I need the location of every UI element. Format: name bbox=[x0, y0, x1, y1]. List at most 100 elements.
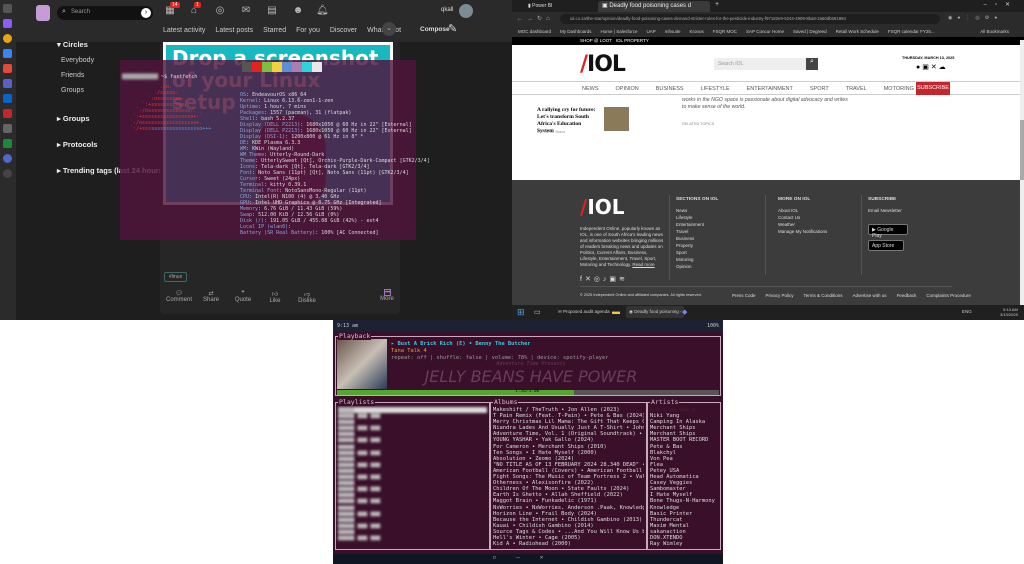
new-tab-button[interactable]: + bbox=[715, 1, 719, 8]
circles-heading[interactable]: ▾ Circles bbox=[57, 40, 165, 49]
footer-link[interactable]: Lifestyle bbox=[676, 214, 718, 221]
site-search-input[interactable]: Search IOL bbox=[714, 58, 806, 70]
footer-bottom-link[interactable]: Privacy Policy bbox=[766, 293, 794, 298]
footer-bottom-link[interactable]: Advertise with us bbox=[853, 293, 887, 298]
bookmark-item[interactable]: SAP Concur Home bbox=[746, 29, 784, 34]
app-icon[interactable] bbox=[3, 154, 12, 163]
notifications-icon[interactable]: 🔔︎ bbox=[316, 5, 329, 16]
progress-bar[interactable]: 1:56/3:06 bbox=[337, 389, 719, 395]
footer-link[interactable]: Travel bbox=[676, 228, 718, 235]
teams-icon[interactable] bbox=[3, 79, 12, 88]
menu-item-lifestyle[interactable]: LIFESTYLE bbox=[701, 86, 730, 92]
home-icon[interactable]: ⌂ 1 bbox=[188, 2, 201, 16]
bookmark-item[interactable]: FSQR calendar FY25... bbox=[888, 29, 935, 34]
footer-link[interactable]: Property bbox=[676, 242, 718, 249]
footer-link[interactable]: Manage My Notifications bbox=[778, 228, 827, 235]
iol-property-link[interactable]: IOL PROPERTY bbox=[616, 38, 649, 43]
scrollbar[interactable] bbox=[1020, 40, 1024, 305]
bookmark-item[interactable]: MOC dashboard bbox=[518, 29, 551, 34]
quote-button[interactable]: ❞ Quote bbox=[228, 290, 258, 304]
social-icons[interactable]: ●▣✕☁︎ bbox=[916, 63, 948, 71]
search-go-icon[interactable]: › bbox=[141, 8, 151, 18]
footer-link[interactable]: Sport bbox=[676, 249, 718, 256]
app-icon[interactable] bbox=[3, 34, 12, 43]
related-thumbnail[interactable] bbox=[604, 107, 629, 131]
hashtag-link[interactable]: #linux bbox=[164, 272, 188, 282]
all-bookmarks[interactable]: All Bookmarks bbox=[980, 29, 1009, 34]
tab-for-you[interactable]: For you bbox=[296, 27, 320, 34]
teams-icon[interactable]: ◆ bbox=[682, 308, 687, 316]
bookmark-item[interactable]: UAP bbox=[646, 29, 655, 34]
footer-link[interactable]: Business bbox=[676, 235, 718, 242]
window-controls[interactable]: –▫✕ bbox=[984, 1, 1019, 8]
album-item[interactable]: Kid A • Radiohead (2000) bbox=[493, 541, 644, 547]
friendica-logo[interactable] bbox=[36, 5, 50, 21]
contacts-icon[interactable]: ☻ bbox=[292, 5, 304, 16]
app-icon[interactable] bbox=[3, 49, 12, 58]
compose-icon[interactable]: ✎ bbox=[448, 22, 457, 35]
newsletter-link[interactable]: Email Newsletter bbox=[868, 207, 902, 214]
menu-item-travel[interactable]: TRAVEL bbox=[846, 86, 867, 92]
bookmark-item[interactable]: My Dashboards bbox=[560, 29, 592, 34]
tab-power-bi[interactable]: ▮ Power BI bbox=[524, 1, 594, 12]
footer-bottom-link[interactable]: Terms & Conditions bbox=[804, 293, 843, 298]
phone-icon[interactable] bbox=[3, 139, 12, 148]
playlist-item[interactable]: ▆▆▆▆▆ ▆▆▆ ▆▆▆ bbox=[338, 535, 487, 541]
menu-item-entertainment[interactable]: ENTERTAINMENT bbox=[747, 86, 793, 92]
scrollbar-thumb[interactable] bbox=[1020, 120, 1024, 180]
compose-button[interactable]: Compose bbox=[420, 26, 450, 33]
share-button[interactable]: ⇄ Share bbox=[196, 290, 226, 304]
language-indicator[interactable]: ENG bbox=[962, 309, 972, 314]
mail-icon[interactable]: ✉ bbox=[240, 5, 252, 16]
add-icon[interactable] bbox=[3, 169, 12, 178]
app-icon[interactable] bbox=[3, 19, 12, 28]
taskbar-item-outlook[interactable]: ✉ Proposed audit agenda bbox=[558, 309, 610, 315]
menu-item-sport[interactable]: SPORT bbox=[810, 86, 829, 92]
tab-discover[interactable]: Discover bbox=[330, 27, 357, 34]
community-icon[interactable]: ◎ bbox=[214, 5, 226, 16]
bookmark-item[interactable]: Kronos bbox=[690, 29, 704, 34]
bookmark-item[interactable]: Saved | Degreed bbox=[793, 29, 827, 34]
url-input[interactable]: iol.co.za/the-star/opinion/deadly-food-p… bbox=[560, 14, 940, 24]
footer-bottom-link[interactable]: Press Code bbox=[732, 293, 756, 298]
footer-link[interactable]: Opinion bbox=[676, 263, 718, 270]
shop-loot-link[interactable]: SHOP @ LOOT bbox=[580, 38, 612, 43]
file-explorer-icon[interactable]: ▬ bbox=[612, 307, 620, 316]
footer-bottom-link[interactable]: Complaints Procedure bbox=[926, 293, 971, 298]
footer-link[interactable]: Motoring bbox=[676, 256, 718, 263]
clock[interactable]: 9:13 AM 3/13/2025 bbox=[1000, 307, 1018, 317]
bookmark-item[interactable]: mhsuite bbox=[665, 29, 681, 34]
bookmark-item[interactable]: Retail Work Schedule bbox=[836, 29, 879, 34]
tab-latest-activity[interactable]: Latest activity bbox=[163, 27, 205, 34]
iol-logo[interactable]: /IOL bbox=[580, 52, 626, 77]
footer-link[interactable]: Contact Us bbox=[778, 214, 827, 221]
start-icon[interactable]: ⊞ bbox=[517, 307, 525, 318]
footer-link[interactable]: About IOL bbox=[778, 207, 827, 214]
more-tabs-button[interactable]: ⌄ bbox=[382, 22, 396, 36]
artist-item[interactable]: MASTER BOOT RECORD bbox=[650, 437, 718, 443]
rocket-icon[interactable] bbox=[3, 4, 12, 13]
album-item[interactable]: Because the Internet • Childish Gambino … bbox=[493, 517, 644, 523]
comment-button[interactable]: 💬︎ Comment bbox=[164, 290, 194, 304]
menu-item-motoring[interactable]: MOTORING bbox=[884, 86, 914, 92]
gmail-icon[interactable] bbox=[3, 64, 12, 73]
tab-latest-posts[interactable]: Latest posts bbox=[215, 27, 253, 34]
tab-starred[interactable]: Starred bbox=[263, 27, 286, 34]
like-button[interactable]: 👍︎ Like bbox=[260, 290, 290, 304]
app-store-badge[interactable]: App Store bbox=[868, 240, 904, 251]
menu-item-business[interactable]: BUSINESS bbox=[656, 86, 684, 92]
calendar-icon[interactable]: ▤ bbox=[266, 5, 278, 16]
footer-social-icons[interactable]: f✕◎♪▣≋ bbox=[580, 275, 628, 283]
network-icon[interactable]: ▦ 14 bbox=[164, 2, 180, 16]
footer-link[interactable]: News bbox=[676, 207, 718, 214]
app-icon[interactable] bbox=[3, 124, 12, 133]
task-view-icon[interactable]: ▭ bbox=[534, 308, 541, 316]
taskbar-item-chrome[interactable]: ◉ Deadly food poisoning - bbox=[626, 306, 685, 318]
avatar[interactable] bbox=[459, 4, 473, 18]
site-search-button[interactable]: ⌕ bbox=[806, 58, 818, 70]
select-checkbox[interactable] bbox=[384, 289, 391, 296]
album-item[interactable]: NxWorries • NxWorries, Anderson .Paak, K… bbox=[493, 505, 644, 511]
bookmark-item[interactable]: FSQR MOC bbox=[713, 29, 737, 34]
outlook-icon[interactable] bbox=[3, 94, 12, 103]
read-more-link[interactable]: Read more bbox=[632, 262, 654, 267]
